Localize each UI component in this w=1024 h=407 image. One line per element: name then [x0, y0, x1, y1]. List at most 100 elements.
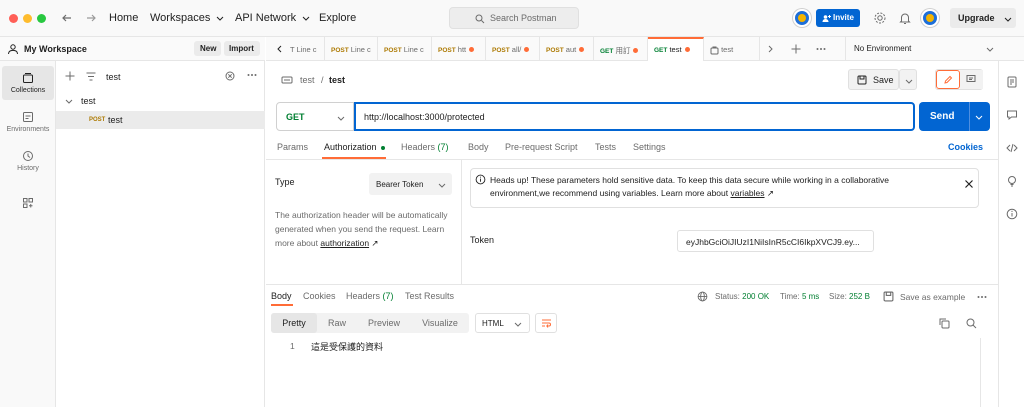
chevron-down-icon[interactable] — [975, 113, 983, 121]
upgrade-button[interactable]: Upgrade — [950, 8, 1016, 28]
variables-link[interactable]: variables — [731, 188, 765, 198]
clear-filter-icon[interactable] — [225, 71, 235, 81]
settings-gear-icon[interactable] — [873, 11, 887, 25]
tab-body[interactable]: Body — [468, 142, 489, 152]
comments-icon[interactable] — [1006, 109, 1018, 121]
tab-authorization[interactable]: Authorization — [324, 142, 386, 152]
doc-mode-button[interactable] — [960, 70, 983, 89]
save-button[interactable]: Save — [848, 69, 899, 90]
view-raw[interactable]: Raw — [317, 313, 357, 333]
response-size[interactable]: Size: 252 B — [829, 292, 870, 301]
code-icon[interactable] — [1006, 142, 1018, 154]
rail-apps[interactable] — [2, 191, 54, 225]
info-icon[interactable] — [1006, 208, 1018, 220]
response-tab-headers[interactable]: Headers (7) — [346, 291, 394, 301]
send-label: Send — [930, 111, 955, 122]
chevron-left-icon[interactable] — [276, 45, 284, 53]
copy-icon[interactable] — [939, 318, 950, 329]
token-input[interactable]: eyJhbGciOiJIUzI1NiIsInR5cCI6IkpXVCJ9.ey.… — [677, 230, 874, 252]
cookies-link[interactable]: Cookies — [948, 142, 983, 152]
close-icon[interactable] — [964, 179, 974, 189]
import-button[interactable]: Import — [224, 41, 260, 56]
view-preview[interactable]: Preview — [357, 313, 411, 333]
request-title[interactable]: test — [329, 75, 345, 85]
minimize-window-button[interactable] — [23, 14, 32, 23]
rail-history[interactable]: History — [2, 144, 54, 178]
nav-workspaces[interactable]: Workspaces — [150, 12, 224, 24]
request-tab[interactable]: POST htt — [432, 37, 486, 61]
chevron-right-icon[interactable] — [766, 45, 774, 53]
nav-home[interactable]: Home — [109, 12, 138, 24]
add-collection-icon[interactable] — [65, 71, 75, 81]
invite-button[interactable]: Invite — [816, 9, 860, 27]
status-label: Status: — [715, 292, 740, 301]
notification-bell-icon[interactable] — [898, 11, 912, 25]
tab-label: test — [721, 45, 734, 54]
response-status[interactable]: Status: 200 OK — [715, 292, 769, 301]
response-scrollbar[interactable] — [980, 338, 981, 407]
wrap-lines-button[interactable] — [535, 313, 557, 333]
response-body-text[interactable]: 這是受保護的資料 — [311, 340, 383, 353]
lightbulb-icon[interactable] — [1006, 175, 1018, 187]
global-search-box[interactable]: Search Postman — [449, 7, 579, 29]
nav-api-network[interactable]: API Network — [235, 12, 310, 24]
tab-method: POST — [438, 47, 456, 54]
response-headers-label: Headers — [346, 291, 381, 301]
rail-environments[interactable]: Environments — [2, 105, 54, 139]
collection-row[interactable]: test — [56, 92, 265, 110]
globe-icon[interactable] — [697, 291, 708, 302]
request-tab[interactable]: POST Line c — [325, 37, 378, 61]
response-more-icon[interactable] — [977, 292, 987, 302]
format-select[interactable]: HTML — [475, 313, 530, 333]
new-tab-plus-icon[interactable] — [791, 44, 801, 54]
view-pretty[interactable]: Pretty — [271, 313, 317, 333]
user-avatar[interactable] — [921, 9, 939, 27]
method-select[interactable]: GET — [276, 102, 354, 131]
environment-select[interactable]: No Environment — [845, 37, 998, 61]
url-input[interactable]: http://localhost:3000/protected — [354, 102, 915, 131]
filter-input[interactable]: test — [86, 69, 238, 84]
tab-headers[interactable]: Headers (7) — [401, 142, 449, 152]
response-view-mode: Pretty Raw Preview Visualize — [271, 313, 469, 333]
request-tab[interactable]: T Line c — [288, 37, 325, 61]
send-button[interactable]: Send — [919, 102, 990, 131]
request-tab-active[interactable]: GET test — [648, 37, 704, 61]
tab-prerequest-script[interactable]: Pre-request Script — [505, 142, 578, 152]
response-tab-body[interactable]: Body — [271, 291, 292, 301]
request-row[interactable]: POST test — [56, 111, 265, 129]
more-options-icon[interactable] — [247, 70, 257, 80]
nav-explore[interactable]: Explore — [319, 12, 356, 24]
request-tab[interactable]: test — [704, 37, 760, 61]
edit-mode-button[interactable] — [936, 70, 960, 89]
tabs-more-icon[interactable] — [816, 44, 826, 54]
back-arrow-icon[interactable] — [60, 11, 74, 25]
tab-tests[interactable]: Tests — [595, 142, 616, 152]
chevron-down-icon — [986, 47, 994, 52]
view-visualize[interactable]: Visualize — [411, 313, 469, 333]
response-time[interactable]: Time: 5 ms — [780, 292, 819, 301]
workspace-name[interactable]: My Workspace — [24, 44, 87, 54]
save-as-example-button[interactable]: Save as example — [900, 292, 965, 302]
response-tab-test-results[interactable]: Test Results — [405, 291, 454, 301]
response-tab-cookies[interactable]: Cookies — [303, 291, 336, 301]
rail-collections[interactable]: Collections — [2, 66, 54, 100]
view-visualize-label: Visualize — [422, 318, 458, 328]
team-avatar-icon[interactable] — [793, 9, 811, 27]
tab-params[interactable]: Params — [277, 142, 308, 152]
maximize-window-button[interactable] — [37, 14, 46, 23]
documentation-icon[interactable] — [1006, 76, 1018, 88]
request-tab[interactable]: GET 用訂 — [594, 37, 648, 61]
save-options-button[interactable] — [899, 69, 917, 90]
forward-arrow-icon[interactable] — [84, 11, 98, 25]
close-window-button[interactable] — [9, 14, 18, 23]
tab-settings[interactable]: Settings — [633, 142, 666, 152]
auth-type-select[interactable]: Bearer Token — [369, 173, 452, 195]
request-tab[interactable]: POST all/ — [486, 37, 540, 61]
unsaved-dot — [633, 48, 639, 53]
search-icon[interactable] — [966, 318, 977, 329]
new-button[interactable]: New — [194, 41, 221, 56]
request-tab[interactable]: POST Line c — [378, 37, 432, 61]
request-tab[interactable]: POST aut — [540, 37, 594, 61]
authorization-link[interactable]: authorization — [320, 238, 369, 248]
breadcrumb-parent[interactable]: test — [300, 75, 315, 85]
